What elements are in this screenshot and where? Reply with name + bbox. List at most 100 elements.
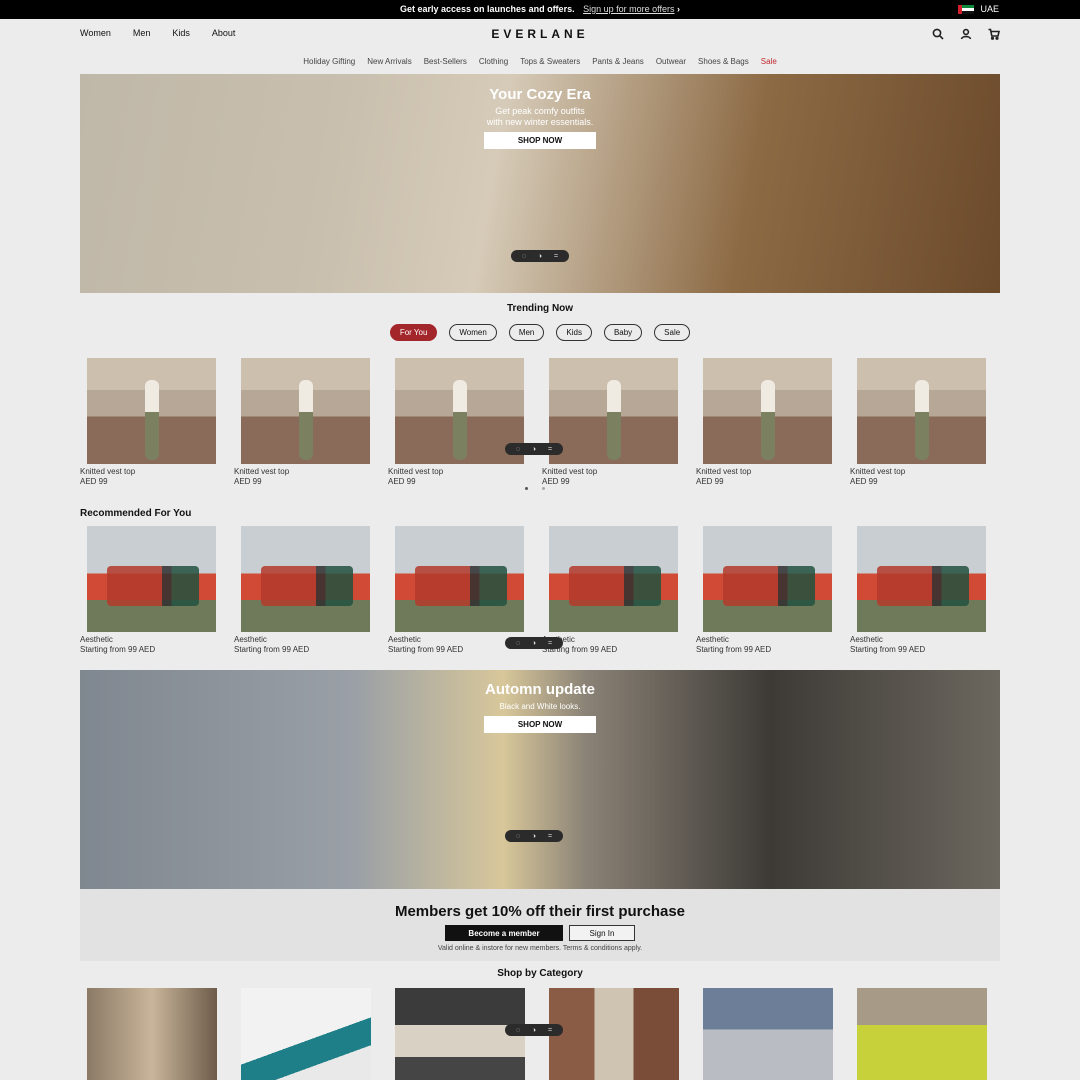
carousel-controls[interactable]: ◌ ◑ =	[505, 830, 563, 842]
cat-shoes-bags[interactable]: Shoes & Bags	[698, 57, 749, 66]
product-price: AED 99	[542, 477, 570, 486]
cat-tops-sweaters[interactable]: Tops & Sweaters	[520, 57, 580, 66]
carousel-dots	[525, 487, 545, 490]
cat-pants-jeans[interactable]: Pants & Jeans	[592, 57, 644, 66]
signup-link[interactable]: Sign up for more offers	[583, 4, 674, 14]
carousel-controls[interactable]: ◌ ◑ =	[505, 443, 563, 455]
chip-sale[interactable]: Sale	[654, 324, 691, 341]
product-name: Aesthetic	[234, 635, 267, 644]
logo[interactable]: EVERLANE	[0, 27, 1080, 41]
product-price: AED 99	[80, 477, 108, 486]
category-tile[interactable]	[87, 988, 217, 1080]
region-selector[interactable]: UAE	[958, 4, 999, 14]
account-icon[interactable]	[960, 27, 972, 45]
contrast-icon[interactable]: ◑	[532, 1027, 536, 1034]
hero-title: Your Cozy Era	[489, 86, 591, 103]
product-image[interactable]	[703, 358, 832, 464]
contrast-icon[interactable]: ◑	[532, 833, 536, 840]
product-card[interactable]: Knitted vest top AED 99	[234, 358, 370, 487]
product-image[interactable]	[857, 526, 986, 632]
cat-sale[interactable]: Sale	[761, 57, 777, 66]
product-card[interactable]: Aesthetic Starting from 99 AED	[388, 526, 524, 655]
menu-icon[interactable]: =	[548, 1027, 552, 1034]
arrow-icon: ›	[677, 4, 680, 14]
product-name: Knitted vest top	[388, 467, 444, 476]
hero-shop-now-button[interactable]: SHOP NOW	[484, 132, 596, 149]
product-image[interactable]	[87, 358, 216, 464]
product-card[interactable]: Aesthetic Starting from 99 AED	[696, 526, 832, 655]
product-card[interactable]: Aesthetic Starting from 99 AED	[234, 526, 370, 655]
chip-kids[interactable]: Kids	[556, 324, 592, 341]
cart-icon[interactable]	[988, 27, 1000, 45]
product-card[interactable]: Knitted vest top AED 99	[388, 358, 524, 487]
product-card[interactable]: Aesthetic Starting from 99 AED	[80, 526, 216, 655]
contrast-icon[interactable]: ◑	[538, 253, 542, 260]
chip-baby[interactable]: Baby	[603, 324, 643, 341]
flag-icon	[958, 4, 975, 14]
members-actions: Become a member Sign In	[80, 925, 1000, 941]
category-tile[interactable]	[241, 988, 371, 1080]
dot-active[interactable]	[525, 487, 528, 490]
cat-holiday-gifting[interactable]: Holiday Gifting	[303, 57, 355, 66]
carousel-controls[interactable]: ◌ ◑ =	[505, 637, 563, 649]
cat-outwear[interactable]: Outwear	[656, 57, 686, 66]
cat-clothing[interactable]: Clothing	[479, 57, 508, 66]
product-name: Knitted vest top	[542, 467, 598, 476]
product-card[interactable]: Knitted vest top AED 99	[542, 358, 678, 487]
product-image[interactable]	[549, 358, 678, 464]
dot[interactable]	[542, 487, 545, 490]
carousel-controls[interactable]: ◌ ◑ =	[505, 1024, 563, 1036]
product-image[interactable]	[241, 358, 370, 464]
product-name: Knitted vest top	[234, 467, 290, 476]
search-icon[interactable]	[932, 27, 944, 45]
cat-best-sellers[interactable]: Best-Sellers	[424, 57, 467, 66]
menu-icon[interactable]: =	[548, 446, 552, 453]
trending-grid: Knitted vest top AED 99 Knitted vest top…	[80, 358, 986, 487]
pause-icon[interactable]: ◌	[516, 446, 520, 453]
product-price: Starting from 99 AED	[234, 645, 310, 654]
category-tile[interactable]	[703, 988, 833, 1080]
product-image[interactable]	[395, 526, 524, 632]
carousel-controls[interactable]: ◌ ◑ =	[511, 250, 569, 262]
product-name: Knitted vest top	[696, 467, 752, 476]
product-card[interactable]: Knitted vest top AED 99	[850, 358, 986, 487]
product-image[interactable]	[857, 358, 986, 464]
hero-shop-now-button[interactable]: SHOP NOW	[484, 716, 596, 733]
hero-content: Your Cozy Era Get peak comfy outfits wit…	[80, 86, 1000, 149]
category-tile[interactable]	[549, 988, 679, 1080]
product-image[interactable]	[549, 526, 678, 632]
contrast-icon[interactable]: ◑	[532, 640, 536, 647]
product-card[interactable]: Aesthetic Starting from 99 AED	[850, 526, 986, 655]
chip-women[interactable]: Women	[449, 324, 497, 341]
recommended-grid: Aesthetic Starting from 99 AED Aesthetic…	[80, 526, 986, 655]
shop-by-category-title: Shop by Category	[497, 968, 583, 979]
product-card[interactable]: Knitted vest top AED 99	[80, 358, 216, 487]
menu-icon[interactable]: =	[548, 640, 552, 647]
header-icons	[932, 27, 1000, 45]
product-image[interactable]	[703, 526, 832, 632]
product-name: Aesthetic	[696, 635, 729, 644]
category-tile[interactable]	[395, 988, 525, 1080]
product-card[interactable]: Aesthetic Starting from 99 AED	[542, 526, 678, 655]
product-price: AED 99	[388, 477, 416, 486]
product-price: Starting from 99 AED	[696, 645, 772, 654]
cat-new-arrivals[interactable]: New Arrivals	[367, 57, 411, 66]
chip-for-you[interactable]: For You	[389, 324, 438, 341]
product-name: Aesthetic	[850, 635, 883, 644]
pause-icon[interactable]: ◌	[516, 833, 520, 840]
become-member-button[interactable]: Become a member	[445, 925, 563, 941]
category-tile[interactable]	[857, 988, 987, 1080]
chip-men[interactable]: Men	[508, 324, 545, 341]
contrast-icon[interactable]: ◑	[532, 446, 536, 453]
menu-icon[interactable]: =	[554, 253, 558, 260]
product-card[interactable]: Knitted vest top AED 99	[696, 358, 832, 487]
membership-banner: Members get 10% off their first purchase…	[80, 889, 1000, 961]
pause-icon[interactable]: ◌	[516, 1027, 520, 1034]
sign-in-button[interactable]: Sign In	[569, 925, 635, 941]
product-image[interactable]	[241, 526, 370, 632]
menu-icon[interactable]: =	[548, 833, 552, 840]
pause-icon[interactable]: ◌	[522, 253, 526, 260]
product-image[interactable]	[87, 526, 216, 632]
pause-icon[interactable]: ◌	[516, 640, 520, 647]
hero-banner-cozy: Your Cozy Era Get peak comfy outfits wit…	[80, 74, 1000, 293]
